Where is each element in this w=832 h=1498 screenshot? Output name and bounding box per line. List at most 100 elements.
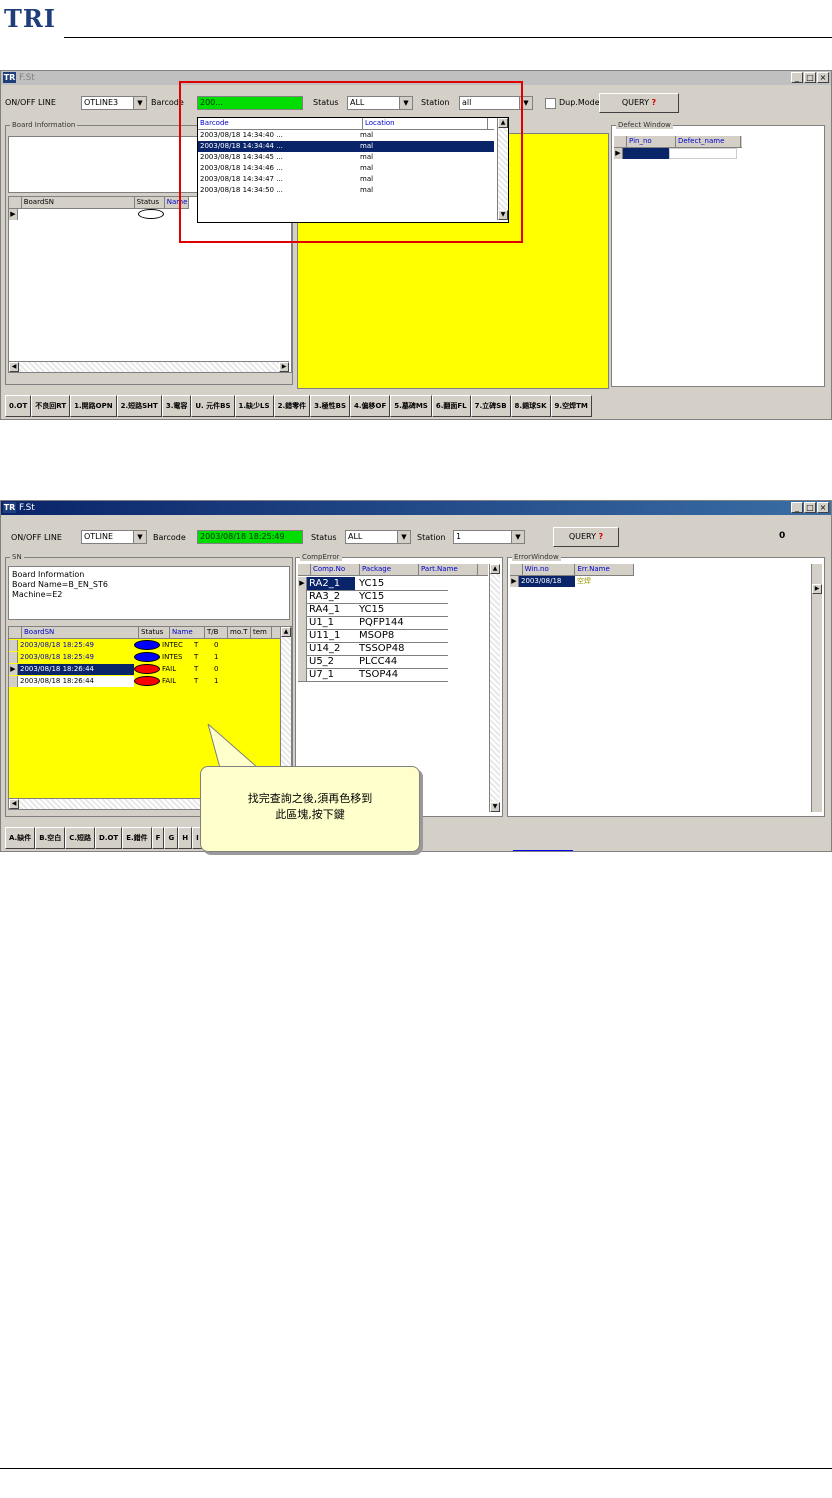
comp-row[interactable]: U14_2 TSSOP48	[298, 642, 448, 656]
dup-mode-checkbox[interactable]	[545, 98, 556, 109]
scroll-right-icon[interactable]: ▶	[812, 584, 822, 594]
row-header: ▶	[9, 664, 18, 675]
comp-row[interactable]: ▶ RA2_1 YC15	[298, 577, 448, 591]
defect-tab[interactable]: G	[164, 827, 179, 849]
defect-tab[interactable]: 3.電容	[161, 395, 192, 417]
defect-tab[interactable]: H	[178, 827, 193, 849]
comp-no: U5_2	[309, 656, 335, 667]
defect-tab[interactable]: C.短路	[65, 827, 96, 849]
callout-line: 找完查詢之後,須再色移到	[247, 792, 373, 805]
defect-cell[interactable]	[669, 148, 737, 159]
line-label: ON/OFF LINE	[11, 533, 62, 542]
err-name-cell[interactable]: 空焊	[575, 576, 637, 587]
comp-row[interactable]: U11_1 MSOP8	[298, 629, 448, 643]
defect-tab[interactable]: A.缺件	[5, 827, 36, 849]
hyperlink-underline[interactable]	[513, 850, 573, 851]
board-sn: 2003/08/18 18:26:44	[18, 676, 134, 687]
sn-row[interactable]: 2003/08/18 18:26:44 FAIL T 1	[9, 676, 234, 687]
comp-row[interactable]: U1_1 PQFP144	[298, 616, 448, 630]
col-win-no[interactable]: Win.no	[523, 564, 576, 575]
maximize-button[interactable]: □	[804, 502, 816, 513]
status-oval	[138, 209, 164, 219]
col-pin-no[interactable]: Pin_no	[627, 136, 676, 147]
col-part-name[interactable]: Part.Name	[419, 564, 478, 575]
defect-tab[interactable]: 4.偏移OF	[350, 395, 391, 417]
col-package[interactable]: Package	[360, 564, 419, 575]
barcode-input[interactable]: 2003/08/18 18:25:49	[197, 530, 303, 544]
status-select[interactable]: ALL ▼	[345, 530, 411, 544]
err-win-no-cell[interactable]: 2003/08/18	[519, 576, 575, 587]
status-cell	[134, 652, 162, 663]
horizontal-scrollbar[interactable]: ◀ ▶	[9, 361, 289, 372]
sn-row[interactable]: ▶ 2003/08/18 18:26:44 FAIL T 0	[9, 664, 234, 675]
comp-row[interactable]: U7_1 TSOP44	[298, 668, 448, 682]
comp-row[interactable]: RA3_2 YC15	[298, 590, 448, 604]
station-select[interactable]: 1 ▼	[453, 530, 525, 544]
comp-no: U7_1	[309, 669, 335, 680]
close-button[interactable]: ×	[817, 502, 829, 513]
comp-package: YC15	[359, 578, 385, 589]
comp-no: U14_2	[309, 643, 341, 654]
col-mot[interactable]: mo.T	[228, 627, 251, 638]
defect-tab[interactable]: B.空白	[35, 827, 66, 849]
col-boardsn[interactable]: BoardSN	[22, 627, 139, 638]
defect-tab[interactable]: 2.錯零件	[273, 395, 311, 417]
defect-tab[interactable]: 1.缺少LS	[234, 395, 274, 417]
defect-tab[interactable]: 6.翻面FL	[431, 395, 471, 417]
defect-tab[interactable]: F	[151, 827, 165, 849]
line-select[interactable]: OTLINE ▼	[81, 530, 147, 544]
mot-value: 0	[214, 665, 219, 673]
col-tem[interactable]: tem	[251, 627, 272, 638]
defect-tab[interactable]: 2.短路SHT	[116, 395, 162, 417]
status-cell	[134, 664, 162, 675]
selected-cell[interactable]	[623, 148, 669, 159]
sn-row[interactable]: 2003/08/18 18:25:49 INTES T 1	[9, 652, 234, 663]
comp-row[interactable]: U5_2 PLCC44	[298, 655, 448, 669]
minimize-button[interactable]: _	[791, 72, 803, 83]
line-select[interactable]: OTLINE3 ▼	[81, 96, 147, 110]
defect-tab[interactable]: 8.錫球SK	[510, 395, 551, 417]
col-defect-name[interactable]: Defect_name	[676, 136, 741, 147]
defect-tab[interactable]: D.OT	[95, 827, 123, 849]
close-button[interactable]: ×	[817, 72, 829, 83]
defect-tab[interactable]: 0.OT	[5, 395, 32, 417]
error-window: Win.no Err.Name ▶ 2003/08/18 空焊 ▶ ErrorW…	[507, 553, 825, 817]
comp-package: YC15	[359, 604, 385, 615]
query-button[interactable]: QUERY ?	[599, 93, 679, 113]
defect-tab[interactable]: E.錯件	[122, 827, 152, 849]
maximize-button[interactable]: □	[804, 72, 816, 83]
defect-tab[interactable]: U. 元件BS	[191, 395, 235, 417]
scroll-left-icon[interactable]: ◀	[9, 362, 19, 372]
station-label: Station	[417, 533, 446, 542]
defect-window-label: Defect Window	[616, 121, 673, 129]
defect-window: Pin_no Defect_name ▶ Defect Window	[611, 121, 825, 387]
defect-tab[interactable]: 5.墓碑MS	[390, 395, 432, 417]
col-tb[interactable]: T/B	[205, 627, 228, 638]
col-status[interactable]: Status	[135, 197, 165, 208]
defect-tab[interactable]: 不良回RT	[31, 395, 71, 417]
defect-tab[interactable]: 3.極性BS	[310, 395, 351, 417]
row-header	[298, 642, 307, 655]
col-name[interactable]: Name	[170, 627, 205, 638]
sn-row[interactable]: 2003/08/18 18:25:49 INTEC T 0	[9, 640, 234, 651]
scroll-left-icon[interactable]: ◀	[9, 799, 19, 809]
app-icon: TR	[3, 72, 16, 83]
minimize-button[interactable]: _	[791, 502, 803, 513]
query-button[interactable]: QUERY ?	[553, 527, 619, 547]
station-value: 1	[456, 532, 462, 541]
scroll-up-icon[interactable]: ▲	[281, 627, 291, 637]
comp-row[interactable]: RA4_1 YC15	[298, 603, 448, 617]
col-err-name[interactable]: Err.Name	[575, 564, 635, 575]
scroll-up-icon[interactable]: ▲	[490, 564, 500, 574]
defect-tab[interactable]: 1.開路OPN	[70, 395, 117, 417]
scroll-down-icon[interactable]: ▼	[490, 802, 500, 812]
callout-note: 找完查詢之後,須再色移到 此區塊,按下鍵	[200, 766, 420, 852]
comp-scrollbar[interactable]: ▲ ▼	[489, 564, 500, 812]
defect-tab[interactable]: 9.空焊TM	[550, 395, 592, 417]
scroll-right-icon[interactable]: ▶	[279, 362, 289, 372]
col-boardsn[interactable]: BoardSN	[22, 197, 135, 208]
err-scrollbar[interactable]: ▶	[811, 564, 822, 812]
col-comp-no[interactable]: Comp.No	[311, 564, 360, 575]
defect-tab[interactable]: 7.立碑SB	[470, 395, 511, 417]
col-status[interactable]: Status	[139, 627, 170, 638]
